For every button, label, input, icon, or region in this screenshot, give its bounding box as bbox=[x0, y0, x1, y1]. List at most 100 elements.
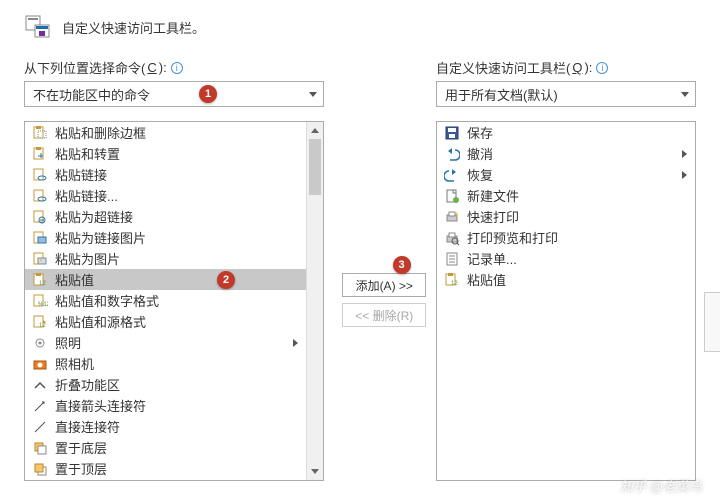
list-item-label: 直接箭头连接符 bbox=[55, 396, 302, 415]
submenu-arrow-icon bbox=[682, 150, 687, 158]
send-back-icon bbox=[31, 439, 49, 457]
list-item-label: 粘贴链接 bbox=[55, 165, 302, 184]
submenu-arrow-icon bbox=[682, 171, 687, 179]
paste-link-icon bbox=[31, 166, 49, 184]
list-item-label: 粘贴为链接图片 bbox=[55, 228, 302, 247]
annotation-3: 3 bbox=[393, 256, 411, 274]
list-item[interactable]: 粘贴为链接图片 bbox=[25, 227, 306, 248]
list-item-label: 折叠功能区 bbox=[55, 375, 302, 394]
list-item[interactable]: %12 粘贴值和数字格式 bbox=[25, 290, 306, 311]
qat-label: 自定义快速访问工具栏(Q): i bbox=[436, 58, 696, 77]
info-icon[interactable]: i bbox=[596, 62, 608, 74]
list-item[interactable]: 粘贴链接 bbox=[25, 164, 306, 185]
combo-value: 用于所有文档(默认) bbox=[445, 85, 558, 104]
list-item-label: 粘贴和删除边框 bbox=[55, 123, 302, 142]
form-icon bbox=[443, 250, 461, 268]
svg-text:%12: %12 bbox=[38, 302, 48, 308]
paste-link-pic-icon bbox=[31, 229, 49, 247]
line-connector-icon bbox=[31, 418, 49, 436]
list-item[interactable]: 新建文件 bbox=[437, 185, 695, 206]
commands-listbox[interactable]: 粘贴和删除边框粘贴和转置粘贴链接粘贴链接... 粘贴为超链接粘贴为链接图片粘贴为图… bbox=[24, 121, 324, 481]
list-item[interactable]: 12 粘贴值 bbox=[437, 269, 695, 290]
list-item[interactable]: 12 粘贴值和源格式 bbox=[25, 311, 306, 332]
save-icon bbox=[443, 124, 461, 142]
list-item[interactable]: 撤消 bbox=[437, 143, 695, 164]
list-item[interactable]: 粘贴为图片 bbox=[25, 248, 306, 269]
list-item-label: 置于顶层 bbox=[55, 459, 302, 478]
svg-text:12: 12 bbox=[451, 281, 458, 287]
paste-value-icon: 12 bbox=[31, 271, 49, 289]
paste-value-fmt-icon: %12 bbox=[31, 292, 49, 310]
paste-transpose-icon bbox=[31, 145, 49, 163]
list-item[interactable]: 照明 bbox=[25, 332, 306, 353]
paste-hyperlink-icon bbox=[31, 208, 49, 226]
commands-label: 从下列位置选择命令(C): i bbox=[24, 58, 333, 77]
list-item-label: 粘贴为超链接 bbox=[55, 207, 302, 226]
redo-icon bbox=[443, 166, 461, 184]
camera-icon bbox=[31, 355, 49, 373]
list-item-label: 粘贴值和源格式 bbox=[55, 312, 302, 331]
customize-qat-icon bbox=[24, 14, 52, 40]
qat-listbox[interactable]: 保存撤消恢复新建文件快速打印打印预览和打印记录单... 12 粘贴值 bbox=[436, 121, 696, 481]
list-item[interactable]: 粘贴链接... bbox=[25, 185, 306, 206]
scroll-down-button[interactable] bbox=[307, 463, 323, 480]
list-item[interactable]: 打印预览和打印 bbox=[437, 227, 695, 248]
scroll-thumb[interactable] bbox=[309, 139, 321, 195]
scrollbar[interactable] bbox=[306, 122, 323, 480]
dialog-header: 自定义快速访问工具栏。 bbox=[24, 8, 696, 40]
list-item-label: 打印预览和打印 bbox=[467, 228, 691, 247]
list-item[interactable]: 保存 bbox=[437, 122, 695, 143]
list-item[interactable]: 恢复 bbox=[437, 164, 695, 185]
list-item-label: 快速打印 bbox=[467, 207, 691, 226]
list-item-label: 置于底层 bbox=[55, 438, 302, 457]
list-item[interactable]: 重复 bbox=[25, 479, 306, 480]
list-item[interactable]: 直接连接符 bbox=[25, 416, 306, 437]
combo-value: 不在功能区中的命令 bbox=[33, 85, 150, 104]
list-item-label: 新建文件 bbox=[467, 186, 691, 205]
bring-front-icon bbox=[31, 460, 49, 478]
watermark: 知乎 @老菜鸟 bbox=[620, 476, 702, 495]
paste-border-icon bbox=[31, 124, 49, 142]
qat-scope-combo[interactable]: 用于所有文档(默认) bbox=[436, 81, 696, 107]
list-item[interactable]: 粘贴和删除边框 bbox=[25, 122, 306, 143]
scroll-up-button[interactable] bbox=[307, 122, 323, 139]
list-item-label: 撤消 bbox=[467, 144, 676, 163]
print-preview-icon bbox=[443, 229, 461, 247]
info-icon[interactable]: i bbox=[171, 62, 183, 74]
list-item-label: 粘贴值 bbox=[467, 270, 691, 289]
chevron-down-icon bbox=[681, 92, 689, 97]
list-item[interactable]: 粘贴和转置 bbox=[25, 143, 306, 164]
list-item-label: 粘贴值和数字格式 bbox=[55, 291, 302, 310]
list-item[interactable]: 12 粘贴值2 bbox=[25, 269, 306, 290]
move-updown-area[interactable] bbox=[704, 292, 720, 352]
paste-value-src-icon: 12 bbox=[31, 313, 49, 331]
collapse-ribbon-icon bbox=[31, 376, 49, 394]
list-item[interactable]: 直接箭头连接符 bbox=[25, 395, 306, 416]
remove-button: << 删除(R) bbox=[342, 303, 426, 327]
list-item-label: 粘贴值 bbox=[55, 270, 302, 289]
list-item-label: 恢复 bbox=[467, 165, 676, 184]
commands-source-combo[interactable]: 不在功能区中的命令 1 bbox=[24, 81, 324, 107]
list-item[interactable]: 照相机 bbox=[25, 353, 306, 374]
annotation-2: 2 bbox=[217, 271, 235, 289]
undo-icon bbox=[443, 145, 461, 163]
paste-pic-icon bbox=[31, 250, 49, 268]
list-item[interactable]: 置于底层 bbox=[25, 437, 306, 458]
dialog-title: 自定义快速访问工具栏。 bbox=[62, 18, 205, 37]
list-item-label: 记录单... bbox=[467, 249, 691, 268]
lighting-icon bbox=[31, 334, 49, 352]
svg-text:12: 12 bbox=[39, 281, 46, 287]
list-item-label: 粘贴链接... bbox=[55, 186, 302, 205]
list-item[interactable]: 粘贴为超链接 bbox=[25, 206, 306, 227]
chevron-down-icon bbox=[309, 92, 317, 97]
list-item[interactable]: 记录单... bbox=[437, 248, 695, 269]
list-item[interactable]: 置于顶层 bbox=[25, 458, 306, 479]
new-file-icon bbox=[443, 187, 461, 205]
list-item[interactable]: 快速打印 bbox=[437, 206, 695, 227]
paste-link-menu-icon bbox=[31, 187, 49, 205]
add-button[interactable]: 添加(A) >> bbox=[342, 273, 426, 297]
quick-print-icon bbox=[443, 208, 461, 226]
list-item-label: 保存 bbox=[467, 123, 691, 142]
list-item-label: 照明 bbox=[55, 333, 287, 352]
list-item[interactable]: 折叠功能区 bbox=[25, 374, 306, 395]
